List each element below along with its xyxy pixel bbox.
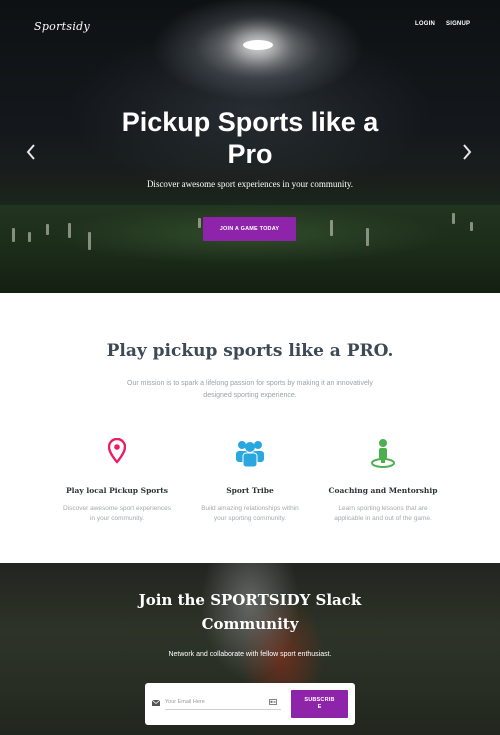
feature-title: Coaching and Mentorship	[328, 486, 438, 495]
map-pin-icon	[52, 438, 182, 472]
person-pin-icon	[318, 438, 448, 472]
hero-title-line2: Pro	[227, 139, 273, 169]
feature-sport-tribe: Sport Tribe Build amazing relationships …	[185, 438, 315, 524]
feature-coaching: Coaching and Mentorship Learn sporting l…	[318, 438, 448, 524]
feature-description: Learn sporting lessons that are applicab…	[334, 505, 432, 522]
feature-local-sports: Play local Pickup Sports Discover awesom…	[52, 438, 182, 524]
hero-banner: Sportsidy LOGIN SIGNUP Pickup Sports lik…	[0, 0, 500, 293]
slack-title-line2: Community	[201, 615, 299, 633]
slack-title: Join the SPORTSIDY Slack Community	[0, 588, 500, 636]
contact-card-icon	[269, 699, 277, 705]
envelope-icon	[152, 700, 160, 706]
subscribe-label-line2: E	[317, 704, 322, 710]
signup-link[interactable]: SIGNUP	[446, 21, 470, 27]
slack-community-section: Join the SPORTSIDY Slack Community Netwo…	[0, 563, 500, 735]
hero-title: Pickup Sports like a Pro	[0, 106, 500, 170]
brand-logo[interactable]: Sportsidy	[34, 20, 90, 33]
hero-subtitle: Discover awesome sport experiences in yo…	[146, 179, 354, 189]
hero-title-line1: Pickup Sports like a	[121, 107, 379, 137]
feature-description: Build amazing relationships within your …	[201, 505, 299, 522]
subscribe-form: SUBSCRIB E	[145, 683, 355, 725]
subscribe-label-line1: SUBSCRIB	[304, 697, 335, 703]
feature-title: Sport Tribe	[226, 486, 274, 495]
login-link[interactable]: LOGIN	[415, 21, 435, 27]
email-input[interactable]	[165, 695, 265, 709]
mission-text: Our mission is to spark a lifelong passi…	[127, 380, 373, 399]
subscribe-button[interactable]: SUBSCRIB E	[291, 690, 348, 718]
email-input-underline	[165, 709, 281, 710]
feature-title: Play local Pickup Sports	[66, 486, 168, 495]
join-game-button[interactable]: JOIN A GAME TODAY	[203, 217, 296, 241]
slack-subtitle: Network and collaborate with fellow spor…	[168, 651, 332, 658]
mission-title: Play pickup sports like a PRO.	[106, 341, 394, 361]
group-icon	[185, 438, 315, 472]
slack-title-line1: Join the SPORTSIDY Slack	[138, 591, 362, 609]
feature-description: Discover awesome sport experiences in yo…	[62, 505, 172, 522]
stadium-light-icon	[243, 40, 273, 50]
